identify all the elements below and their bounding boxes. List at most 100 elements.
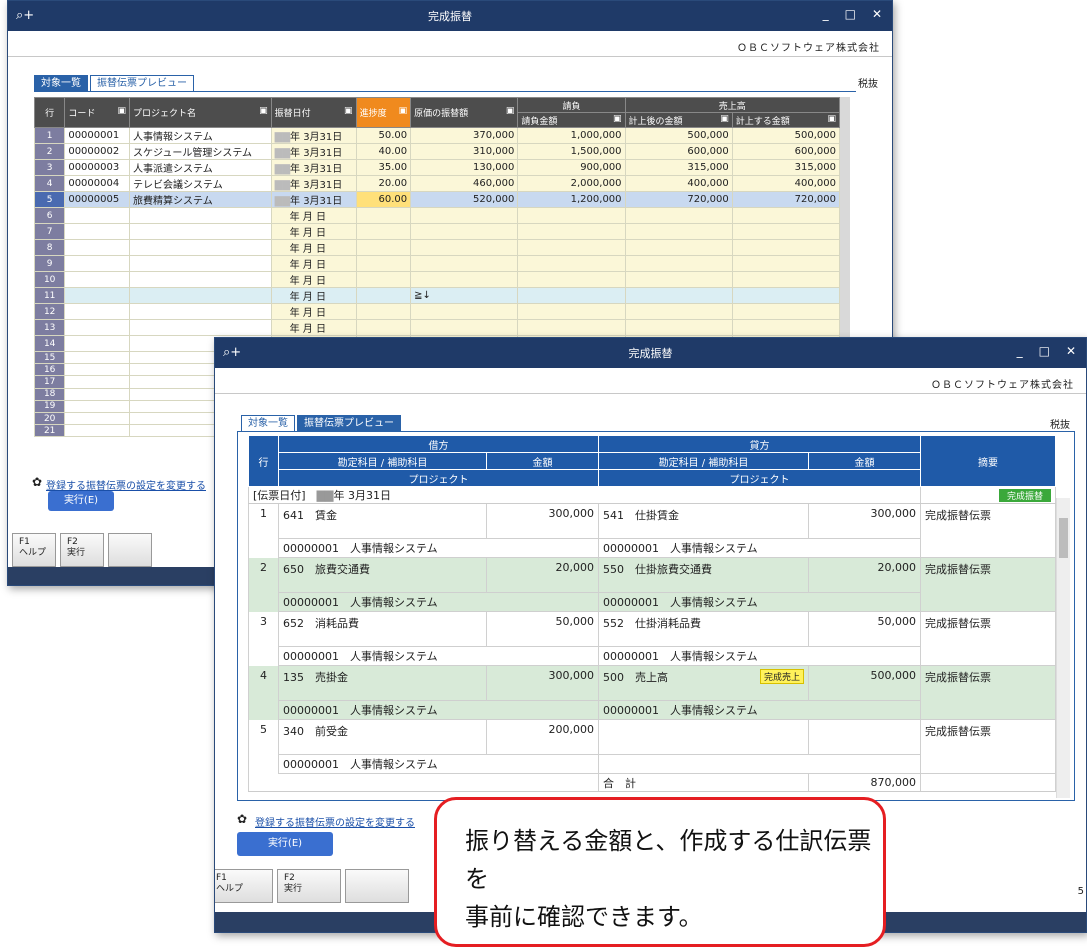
project-code[interactable] — [64, 319, 131, 336]
debit-project[interactable]: 00000001 人事情報システム — [278, 592, 599, 612]
project-code[interactable] — [64, 424, 131, 438]
cost-transfer[interactable] — [410, 223, 519, 240]
sales-after[interactable] — [624, 207, 733, 224]
table-row[interactable]: 10 年 月 日 — [33, 271, 841, 288]
f1-help-key[interactable]: F1 ヘルプ — [12, 533, 56, 567]
voucher-entry-row[interactable]: 1 641 賃金 300,000 541 仕掛賃金 300,000 完成振替伝票 — [248, 503, 1056, 558]
filter-icon[interactable]: ▣ — [259, 106, 268, 116]
sales-amount[interactable] — [731, 239, 841, 256]
header-sales-after[interactable]: 計上後の金額 ▣ — [624, 112, 733, 128]
voucher-entry-row[interactable]: 2 650 旅費交通費 20,000 550 仕掛旅費交通費 20,000 完成振替伝票 — [248, 557, 1056, 612]
header-progress[interactable]: 進捗度 ▣ — [355, 97, 412, 128]
credit-account[interactable]: 541 仕掛賃金 — [598, 503, 809, 539]
memo[interactable]: 完成振替伝票 — [920, 611, 1056, 666]
memo[interactable]: 完成振替伝票 — [920, 665, 1056, 720]
debit-account[interactable]: 135 売掛金 — [278, 665, 487, 701]
header-cost[interactable]: 原価の振替額 ▣ — [410, 97, 519, 128]
header-project[interactable]: プロジェクト名 ▣ — [129, 97, 272, 128]
sales-amount[interactable] — [731, 255, 841, 272]
sales-amount[interactable] — [731, 207, 841, 224]
debit-project[interactable]: 00000001 人事情報システム — [278, 538, 599, 558]
table-row[interactable]: 8 年 月 日 — [33, 239, 841, 256]
project-code[interactable] — [64, 223, 131, 240]
progress-value[interactable] — [355, 271, 412, 288]
credit-project[interactable]: 00000001 人事情報システム — [598, 592, 921, 612]
project-code[interactable] — [64, 255, 131, 272]
debit-amount[interactable]: 300,000 — [486, 503, 599, 539]
filter-icon[interactable]: ▣ — [118, 106, 127, 116]
sales-amount[interactable]: 315,000 — [731, 159, 841, 176]
project-code[interactable] — [64, 375, 131, 389]
progress-value[interactable] — [355, 319, 412, 336]
tab-voucher-preview[interactable]: 振替伝票プレビュー — [297, 415, 401, 431]
cost-transfer[interactable] — [410, 271, 519, 288]
sales-after[interactable] — [624, 239, 733, 256]
credit-account[interactable]: 550 仕掛旅費交通費 — [598, 557, 809, 593]
filter-icon[interactable]: ▣ — [344, 106, 353, 116]
contract-amount[interactable] — [517, 207, 626, 224]
progress-value[interactable]: 60.00 — [355, 191, 412, 208]
project-code[interactable] — [64, 411, 131, 426]
settings-link[interactable]: 登録する振替伝票の設定を変更する — [255, 814, 415, 829]
cost-transfer[interactable] — [410, 255, 519, 272]
table-row[interactable]: 3 00000003 人事派遣システム ▇▇年 3月31日 35.00 130,000 90… — [33, 159, 841, 176]
execute-button[interactable]: 実行(E) — [237, 832, 333, 856]
contract-amount[interactable]: 1,500,000 — [517, 143, 626, 160]
contract-amount[interactable] — [517, 303, 626, 320]
contract-amount[interactable]: 900,000 — [517, 159, 626, 176]
voucher-entry-row[interactable]: 4 135 売掛金 300,000 500 売上高 完成売上 500,000 完成振替伝票 — [248, 665, 1056, 720]
sales-after[interactable]: 315,000 — [624, 159, 733, 176]
filter-icon[interactable]: ▣ — [827, 114, 836, 124]
project-code[interactable] — [64, 303, 131, 320]
sales-after[interactable] — [624, 319, 733, 336]
memo[interactable]: 完成振替伝票 — [920, 503, 1056, 558]
progress-value[interactable]: 35.00 — [355, 159, 412, 176]
table-row[interactable]: 7 年 月 日 — [33, 223, 841, 240]
project-name[interactable] — [129, 319, 272, 336]
credit-project[interactable]: 00000001 人事情報システム — [598, 700, 921, 720]
table-row[interactable]: 2 00000002 スケジュール管理システム ▇▇年 3月31日 40.00 310,0… — [33, 143, 841, 160]
contract-amount[interactable] — [517, 255, 626, 272]
filter-icon[interactable]: ▣ — [399, 106, 408, 116]
transfer-date[interactable]: ▇▇年 3月31日 — [270, 191, 357, 208]
sales-amount[interactable] — [731, 287, 841, 304]
debit-project[interactable]: 00000001 人事情報システム — [278, 646, 599, 666]
tab-target-list[interactable]: 対象一覧 — [34, 75, 88, 91]
transfer-date[interactable]: 年 月 日 — [270, 271, 357, 288]
project-code[interactable]: 00000005 — [64, 191, 131, 208]
cost-transfer[interactable]: 310,000 — [410, 143, 519, 160]
cost-transfer[interactable]: ≧↓ — [410, 287, 519, 304]
cost-transfer[interactable] — [410, 319, 519, 336]
project-name[interactable]: スケジュール管理システム — [129, 143, 272, 160]
transfer-date[interactable]: 年 月 日 — [270, 255, 357, 272]
sales-after[interactable] — [624, 223, 733, 240]
credit-amount[interactable]: 50,000 — [808, 611, 921, 647]
project-code[interactable] — [64, 363, 131, 377]
cost-transfer[interactable]: 460,000 — [410, 175, 519, 192]
close-icon[interactable]: ✕ — [872, 7, 882, 21]
contract-amount[interactable] — [517, 271, 626, 288]
project-name[interactable]: テレビ会議システム — [129, 175, 272, 192]
cost-transfer[interactable] — [410, 207, 519, 224]
settings-link[interactable]: 登録する振替伝票の設定を変更する — [46, 477, 206, 492]
progress-value[interactable] — [355, 223, 412, 240]
cost-transfer[interactable]: 370,000 — [410, 127, 519, 144]
sales-after[interactable]: 400,000 — [624, 175, 733, 192]
project-code[interactable]: 00000004 — [64, 175, 131, 192]
project-name[interactable] — [129, 239, 272, 256]
table-row[interactable]: 4 00000004 テレビ会議システム ▇▇年 3月31日 20.00 460,000 2… — [33, 175, 841, 192]
voucher-entry-row[interactable]: 5 340 前受金 200,000 完成振替伝票 — [248, 719, 1056, 774]
project-name[interactable]: 人事情報システム — [129, 127, 272, 144]
project-code[interactable] — [64, 239, 131, 256]
transfer-date[interactable]: 年 月 日 — [270, 207, 357, 224]
voucher-entry-row[interactable]: 3 652 消耗品費 50,000 552 仕掛消耗品費 50,000 完成振替伝票 — [248, 611, 1056, 666]
close-icon[interactable]: ✕ — [1066, 344, 1076, 358]
header-sales-amount[interactable]: 計上する金額 ▣ — [731, 112, 841, 128]
transfer-date[interactable]: 年 月 日 — [270, 319, 357, 336]
f2-execute-key[interactable]: F2 実行 — [60, 533, 104, 567]
sales-after[interactable]: 720,000 — [624, 191, 733, 208]
project-code[interactable]: 00000002 — [64, 143, 131, 160]
f3-key[interactable] — [108, 533, 152, 567]
progress-value[interactable] — [355, 303, 412, 320]
project-name[interactable] — [129, 303, 272, 320]
